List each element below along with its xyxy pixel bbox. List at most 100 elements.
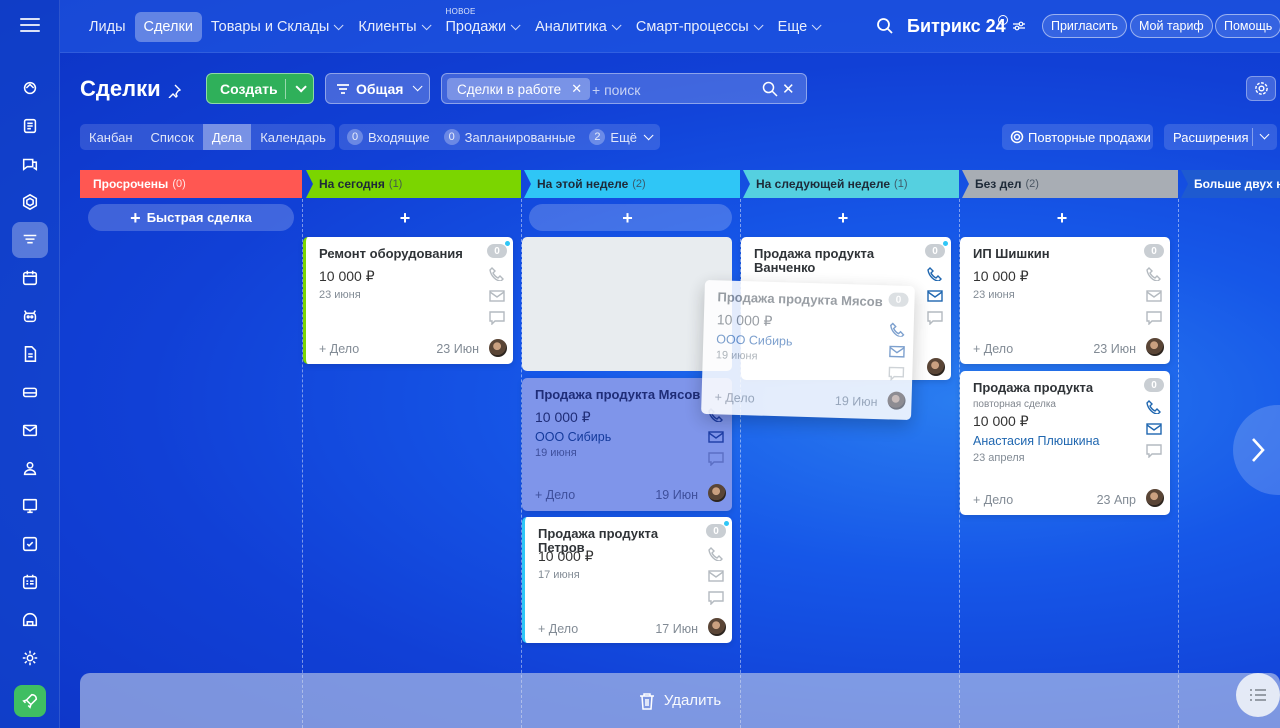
counter-planned[interactable]: 0 Запланированные (443, 129, 575, 145)
rocket-icon[interactable] (14, 685, 46, 717)
extensions-button[interactable]: Расширения (1164, 124, 1277, 150)
client-link[interactable]: ООО Сибирь (716, 332, 793, 348)
settings-button[interactable] (1246, 76, 1276, 101)
client-link[interactable]: Анастасия Плюшкина (973, 434, 1099, 448)
nav-item-deals[interactable]: Сделки (134, 12, 202, 42)
nav-item-clients[interactable]: Клиенты (349, 12, 436, 42)
avatar[interactable] (708, 618, 726, 636)
mail-icon[interactable] (1146, 422, 1162, 436)
avatar[interactable] (887, 391, 906, 410)
chevron-down-icon[interactable] (1259, 129, 1270, 140)
nav-item-analytics[interactable]: Аналитика (526, 12, 627, 42)
view-kanban[interactable]: Канбан (80, 124, 142, 150)
view-activities[interactable]: Дела (202, 124, 252, 150)
add-activity-link[interactable]: + Дело (535, 488, 575, 502)
chevron-down-icon[interactable] (295, 80, 307, 93)
deal-card[interactable]: Продажа продукта Петров 0 10 000 ₽ 17 ию… (522, 517, 732, 643)
mail-icon[interactable] (1146, 289, 1162, 303)
counter-incoming[interactable]: 0 Входящие (347, 129, 430, 145)
deal-title[interactable]: Ремонт оборудования (319, 247, 481, 261)
close-icon[interactable]: ✕ (571, 81, 582, 97)
column-header-more-than-two-weeks[interactable]: Больше двух не (1181, 170, 1280, 198)
column-header-next-week[interactable]: На следующей неделе (1) (743, 170, 959, 198)
comment-icon[interactable] (708, 452, 724, 467)
add-deal-button[interactable]: + (963, 204, 1167, 231)
column-header-this-week[interactable]: На этой неделе (2) (524, 170, 740, 198)
delete-drop-zone[interactable]: Удалить (80, 673, 1280, 728)
phone-icon[interactable] (927, 267, 943, 282)
mail-icon[interactable] (889, 344, 905, 358)
add-deal-button[interactable]: + (306, 204, 510, 231)
close-icon[interactable]: ✕ (782, 80, 795, 98)
mail-icon[interactable] (708, 430, 724, 444)
view-calendar[interactable]: Календарь (251, 124, 335, 150)
comment-icon[interactable] (708, 591, 724, 606)
hexagon-icon[interactable] (12, 184, 48, 220)
deals-funnel-icon[interactable] (12, 222, 48, 258)
column-header-today[interactable]: На сегодня (1) (306, 170, 521, 198)
phone-icon[interactable] (708, 547, 724, 562)
client-link[interactable]: ООО Сибирь (535, 430, 611, 444)
deal-title-text[interactable]: Продажа продукта (973, 380, 1093, 395)
phone-icon[interactable] (489, 267, 505, 282)
add-activity-link[interactable]: + Дело (538, 622, 578, 636)
mail-icon[interactable] (708, 569, 724, 583)
deal-card-selected[interactable]: Продажа продукта Мясов 10 000 ₽ ООО Сиби… (522, 378, 732, 511)
view-list[interactable]: Список (142, 124, 203, 150)
category-selector[interactable]: Общая (325, 73, 430, 104)
filter-tag[interactable]: Сделки в работе ✕ (447, 78, 591, 100)
invite-button[interactable]: Пригласить (1042, 14, 1127, 38)
nav-item-smart-processes[interactable]: Смарт-процессы (627, 12, 769, 42)
add-deal-button[interactable]: + (744, 204, 948, 231)
deal-card[interactable]: Продажа продукта повторная сделка 0 10 00… (960, 371, 1170, 515)
add-activity-link[interactable]: + Дело (319, 342, 359, 356)
scroll-right-button[interactable] (1233, 405, 1280, 495)
help-button[interactable]: Помощь (1215, 14, 1280, 38)
document-icon[interactable] (12, 336, 48, 372)
schedule-icon[interactable] (12, 564, 48, 600)
filter-search-box[interactable]: Сделки в работе ✕ + поиск ✕ (441, 73, 807, 104)
deal-title[interactable]: Продажа продукта Ванченко (754, 247, 904, 275)
deal-title[interactable]: Продажа продукта Мясов (717, 289, 892, 309)
phone-icon[interactable] (889, 322, 905, 338)
robot-icon[interactable] (12, 298, 48, 334)
create-button[interactable]: Создать (206, 73, 314, 104)
avatar[interactable] (489, 339, 507, 357)
phone-icon[interactable] (1146, 400, 1162, 415)
tariff-button[interactable]: Мой тариф (1130, 14, 1213, 38)
deal-title[interactable]: Продажа продукта повторная сделка (973, 381, 1135, 412)
nav-item-products[interactable]: Товары и Склады (202, 12, 349, 42)
list-fab-button[interactable] (1236, 673, 1280, 717)
phone-icon[interactable] (1146, 267, 1162, 282)
chat-icon[interactable] (12, 146, 48, 182)
storage-icon[interactable] (12, 374, 48, 410)
add-deal-button[interactable]: + (529, 204, 732, 231)
column-header-overdue[interactable]: Просрочены (0) (80, 170, 302, 198)
menu-icon[interactable] (20, 18, 40, 32)
toggle-icon[interactable] (1013, 21, 1025, 31)
deal-title[interactable]: ИП Шишкин (973, 247, 1135, 261)
mail-icon[interactable] (12, 412, 48, 448)
avatar[interactable] (927, 358, 945, 376)
nav-item-more[interactable]: Еще (769, 12, 828, 42)
nav-item-leads[interactable]: Лиды (80, 12, 135, 42)
dragged-deal-card[interactable]: Продажа продукта Мясов 0 10 000 ₽ ООО Си… (701, 279, 915, 421)
comment-icon[interactable] (1146, 311, 1162, 326)
comment-icon[interactable] (489, 311, 505, 326)
deal-card[interactable]: ИП Шишкин 0 10 000 ₽ 23 июня + Дело 23 И… (960, 237, 1170, 364)
repeat-sales-button[interactable]: Повторные продажи (1002, 124, 1153, 150)
mail-icon[interactable] (927, 289, 943, 303)
deal-card[interactable]: Ремонт оборудования 0 10 000 ₽ 23 июня +… (303, 237, 513, 364)
comment-icon[interactable] (888, 366, 905, 382)
crm-icon[interactable] (12, 70, 48, 106)
feed-icon[interactable] (12, 108, 48, 144)
pin-icon[interactable] (167, 84, 181, 98)
presentation-icon[interactable] (12, 488, 48, 524)
counter-more[interactable]: 2 Ещё (589, 129, 654, 145)
deal-title[interactable]: Продажа продукта Мясов (535, 388, 705, 402)
add-activity-link[interactable]: + Дело (714, 390, 755, 405)
comment-icon[interactable] (927, 311, 943, 326)
tasks-icon[interactable] (12, 526, 48, 562)
mail-icon[interactable] (489, 289, 505, 303)
search-icon[interactable] (762, 81, 778, 97)
